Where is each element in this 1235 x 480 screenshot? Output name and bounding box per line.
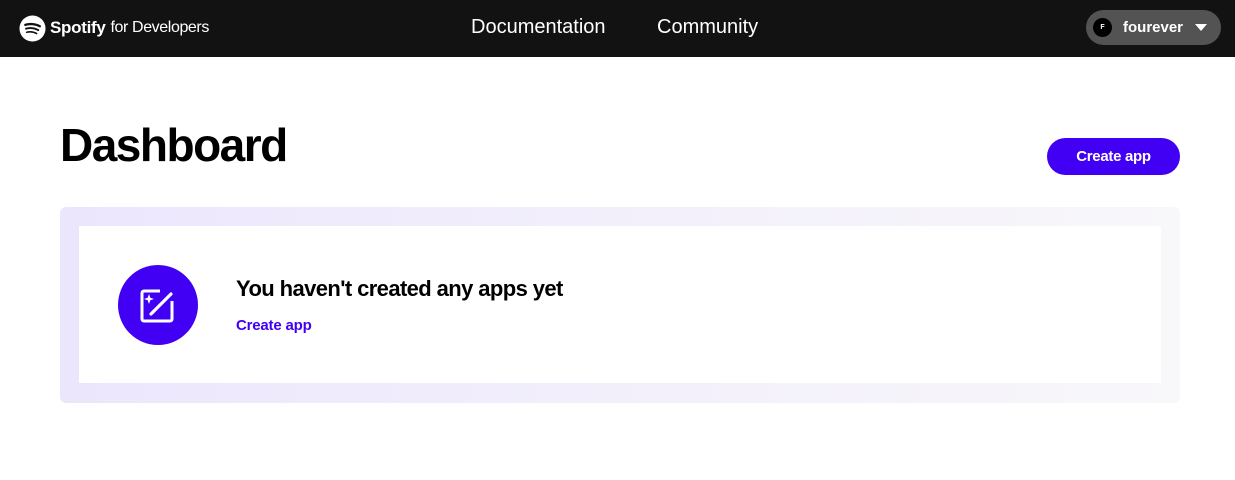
empty-state-panel: You haven't created any apps yet Create … (60, 207, 1180, 403)
page-title: Dashboard (60, 119, 288, 171)
top-navbar: Spotify for Developers Documentation Com… (0, 0, 1235, 57)
username: fourever (1123, 19, 1184, 36)
caret-down-icon (1195, 23, 1208, 31)
create-app-link[interactable]: Create app (236, 317, 312, 334)
brand-name: Spotify (50, 18, 106, 37)
nav-documentation[interactable]: Documentation (471, 16, 606, 39)
empty-state-card: You haven't created any apps yet Create … (79, 226, 1161, 383)
edit-sparkle-icon (140, 287, 176, 323)
spotify-logo-icon (19, 14, 46, 42)
spotify-developers-logo[interactable]: Spotify for Developers (19, 14, 209, 42)
empty-state-icon-circle (118, 265, 198, 345)
empty-state-title: You haven't created any apps yet (236, 276, 563, 301)
nav-community[interactable]: Community (657, 16, 758, 39)
avatar: F (1093, 18, 1112, 37)
user-menu-button[interactable]: F fourever (1086, 10, 1221, 45)
brand-subtitle: for Developers (110, 19, 210, 36)
create-app-button[interactable]: Create app (1047, 138, 1180, 175)
